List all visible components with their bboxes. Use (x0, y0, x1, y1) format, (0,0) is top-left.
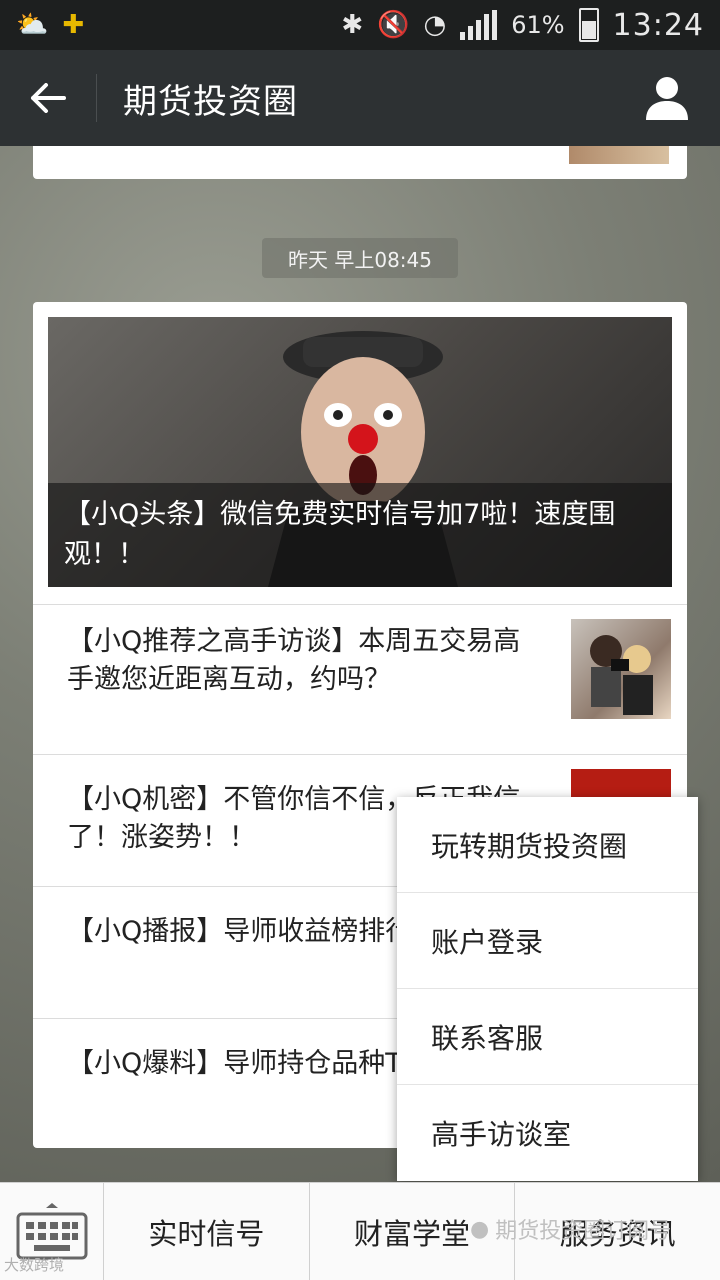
watermark: ● 期货投资圈订阅号 (470, 1213, 671, 1245)
article-thumbnail (571, 619, 671, 719)
wechat-icon: ● (470, 1216, 490, 1242)
status-left: ⛅ ✚ (16, 12, 84, 38)
weather-icon: ⛅ (16, 10, 49, 40)
app-notification-icon: ✚ (62, 10, 85, 40)
user-icon (646, 77, 688, 120)
hero-caption: 【小Q头条】微信免费实时信号加7啦！速度围观！！ (48, 483, 672, 587)
list-item[interactable]: 【小Q推荐之高手访谈】本周五交易高手邀您近距离互动，约吗？ (33, 604, 687, 754)
battery-icon (578, 8, 599, 42)
message-timestamp: 昨天 早上08:45 (262, 238, 458, 278)
popup-menu: 玩转期货投资圈 账户登录 联系客服 高手访谈室 (397, 797, 698, 1181)
menu-realtime-signal[interactable]: 实时信号 (104, 1183, 310, 1280)
title-divider (96, 74, 97, 122)
bluetooth-icon: ✱ (341, 10, 364, 40)
photographers-image (590, 635, 653, 715)
back-button[interactable] (0, 50, 96, 146)
mute-icon: 🔇 (377, 10, 410, 40)
clock: 13:24 (612, 7, 704, 43)
menu-item-support[interactable]: 联系客服 (397, 989, 698, 1085)
watermark-text: 期货投资圈订阅号 (495, 1219, 672, 1244)
previous-message-thumbnail (569, 146, 669, 164)
back-arrow-icon (31, 83, 66, 113)
status-bar: ⛅ ✚ ✱ 🔇 ◔ 61% 13:24 (0, 0, 720, 50)
title-bar: 期货投资圈 (0, 50, 720, 146)
menu-item-interview[interactable]: 高手访谈室 (397, 1085, 698, 1181)
battery-percent: 61% (511, 11, 565, 39)
previous-message-card[interactable] (33, 146, 687, 179)
status-right: ✱ 🔇 ◔ 61% 13:24 (341, 8, 704, 43)
hero-article[interactable]: 【小Q头条】微信免费实时信号加7啦！速度围观！！ (48, 317, 672, 587)
page-title: 期货投资圈 (123, 81, 298, 122)
signal-icon (460, 10, 498, 40)
article-title: 【小Q推荐之高手访谈】本周五交易高手邀您近距离互动，约吗？ (67, 626, 521, 695)
corner-watermark: 大数跨境 (4, 1256, 65, 1274)
profile-button[interactable] (644, 74, 690, 122)
wifi-icon: ◔ (423, 10, 447, 40)
menu-item-guide[interactable]: 玩转期货投资圈 (397, 797, 698, 893)
keyboard-icon (16, 1203, 87, 1260)
menu-item-login[interactable]: 账户登录 (397, 893, 698, 989)
